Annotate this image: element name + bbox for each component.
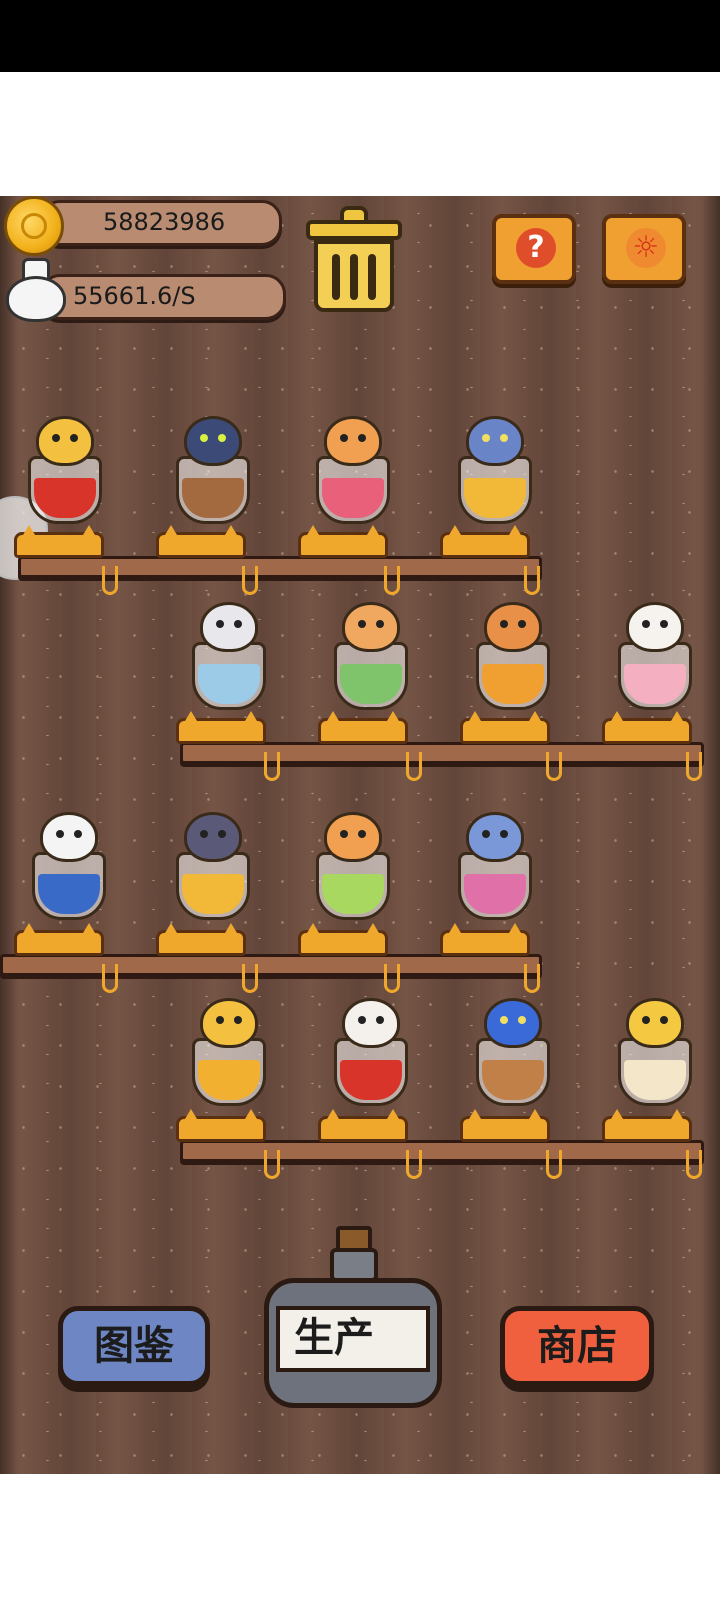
income-rate: 55661.6/S: [73, 282, 196, 310]
money-bag-icon: [4, 258, 66, 322]
cat-cup[interactable]: [462, 986, 558, 1116]
cat-cup[interactable]: [18, 800, 114, 930]
shelf-1: [18, 556, 542, 578]
coin-count: 58823986: [103, 208, 226, 236]
shelf-hook: [264, 1150, 280, 1179]
help-button[interactable]: ?: [492, 214, 576, 284]
cat-cup[interactable]: [444, 800, 540, 930]
trash-can-icon[interactable]: [306, 206, 402, 312]
shelf-hook: [406, 1150, 422, 1179]
produce-button[interactable]: 生产: [264, 1226, 442, 1408]
cat-cup[interactable]: [14, 404, 110, 534]
settings-gear-icon: ☼: [626, 228, 666, 268]
shelf-2: [180, 742, 704, 764]
shelf-slot[interactable]: [440, 923, 530, 956]
cat-cup[interactable]: [302, 800, 398, 930]
produce-label: 生产: [276, 1306, 430, 1372]
shelf-hook: [102, 964, 118, 993]
shelf-hook: [264, 752, 280, 781]
cat-cup[interactable]: [302, 404, 398, 534]
wood-edge-right: [702, 196, 720, 1474]
shelf-slot[interactable]: [176, 711, 266, 744]
shelf-hook: [546, 1150, 562, 1179]
shelf-slot[interactable]: [156, 525, 246, 558]
cat-cup[interactable]: [320, 590, 416, 720]
cat-cup[interactable]: [462, 590, 558, 720]
cat-cup[interactable]: [320, 986, 416, 1116]
shelf-slot[interactable]: [460, 1109, 550, 1142]
shelf-hook: [546, 752, 562, 781]
coin-counter: 58823986: [40, 200, 282, 246]
income-counter: 55661.6/S: [40, 274, 286, 320]
cat-cup[interactable]: [162, 404, 258, 534]
shelf-hook: [102, 566, 118, 595]
shelf-slot[interactable]: [602, 711, 692, 744]
shelf-slot[interactable]: [460, 711, 550, 744]
shelf-hook: [406, 752, 422, 781]
cat-cup[interactable]: [162, 800, 258, 930]
shelf-slot[interactable]: [298, 525, 388, 558]
shelf-4: [180, 1140, 704, 1162]
shelf-hook: [686, 752, 702, 781]
coin-icon: [4, 196, 64, 256]
shelf-slot[interactable]: [602, 1109, 692, 1142]
help-icon: ?: [516, 228, 556, 268]
shelf-slot[interactable]: [14, 525, 104, 558]
shop-button[interactable]: 商店: [500, 1306, 654, 1386]
shelf-slot[interactable]: [14, 923, 104, 956]
shelf-slot[interactable]: [318, 1109, 408, 1142]
shelf-3: [0, 954, 542, 976]
cat-cup[interactable]: [178, 986, 274, 1116]
cat-cup[interactable]: [444, 404, 540, 534]
shelf-slot[interactable]: [318, 711, 408, 744]
shelf-hook: [686, 1150, 702, 1179]
cat-cup[interactable]: [604, 590, 700, 720]
shelf-slot[interactable]: [156, 923, 246, 956]
system-status-bar: [0, 0, 720, 72]
shelf-slot[interactable]: [176, 1109, 266, 1142]
settings-button[interactable]: ☼: [602, 214, 686, 284]
catalog-button[interactable]: 图鉴: [58, 1306, 210, 1386]
cat-cup[interactable]: [604, 986, 700, 1116]
shelf-slot[interactable]: [298, 923, 388, 956]
wood-edge-left: [0, 196, 18, 1474]
cat-cup[interactable]: [178, 590, 274, 720]
shelf-slot[interactable]: [440, 525, 530, 558]
